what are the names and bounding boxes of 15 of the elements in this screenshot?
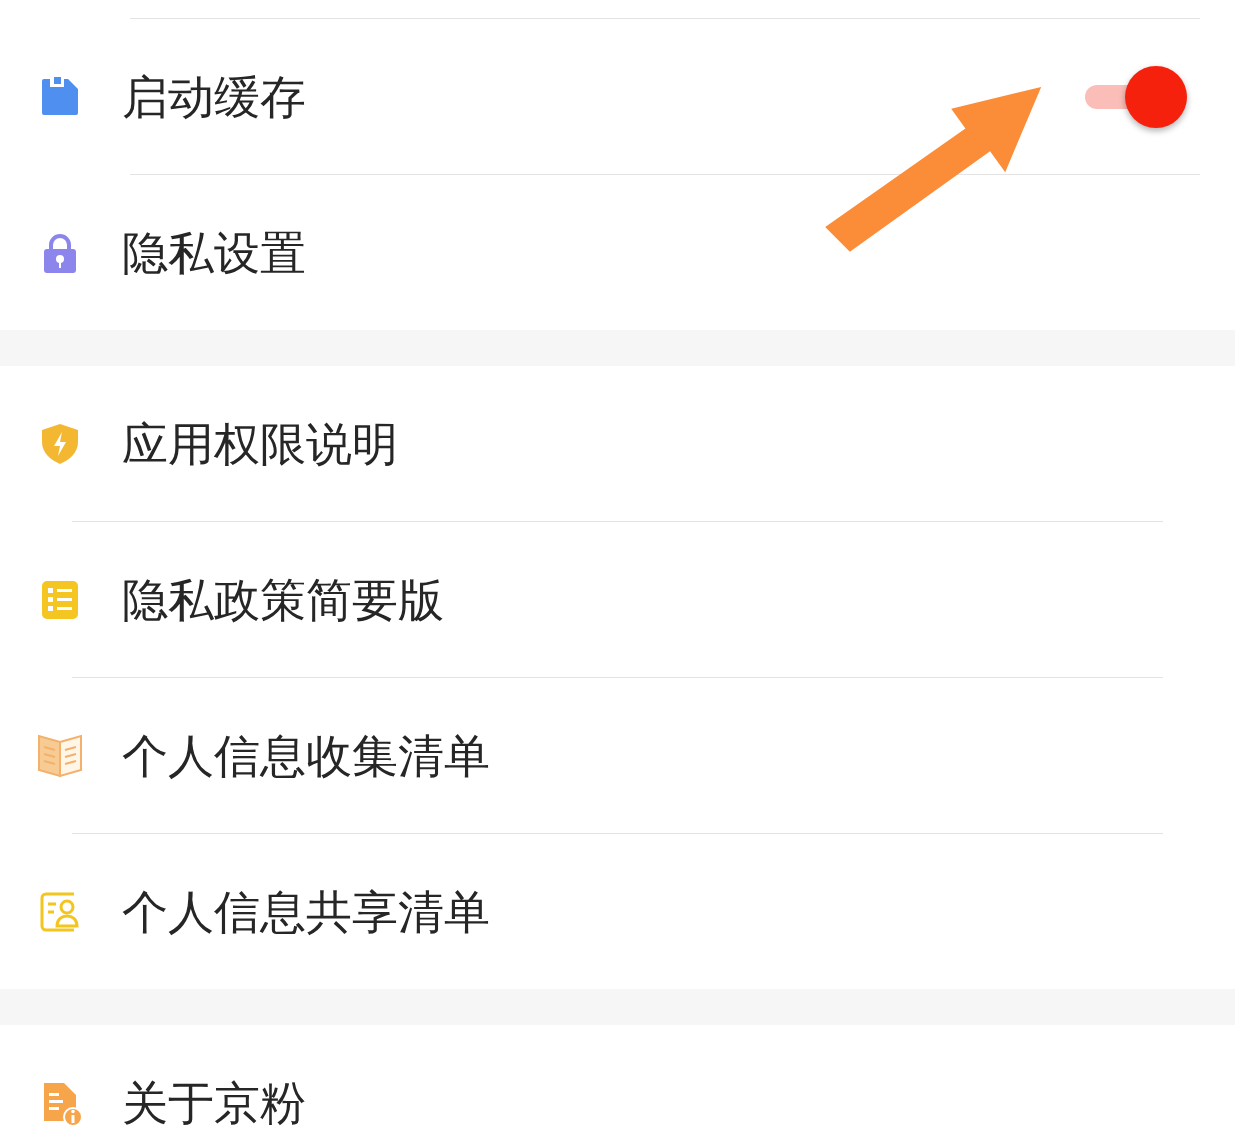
- settings-row[interactable]: 个人信息共享清单: [0, 834, 1235, 989]
- row-label: 启动缓存: [122, 73, 306, 120]
- settings-row[interactable]: 隐私政策简要版: [0, 522, 1235, 677]
- row-label: 应用权限说明: [122, 420, 398, 467]
- settings-row[interactable]: 应用权限说明: [0, 366, 1235, 521]
- row-label: 隐私设置: [122, 229, 306, 276]
- settings-row[interactable]: 个人信息收集清单: [0, 678, 1235, 833]
- settings-row[interactable]: 关于京粉: [0, 1025, 1235, 1130]
- toggle-switch[interactable]: [1085, 66, 1187, 128]
- settings-row[interactable]: 启动缓存: [0, 19, 1235, 174]
- settings-row[interactable]: 隐私设置: [0, 175, 1235, 330]
- row-label: 个人信息共享清单: [122, 888, 490, 935]
- row-label: 隐私政策简要版: [122, 576, 444, 623]
- row-label: 个人信息收集清单: [122, 732, 490, 779]
- row-label: 关于京粉: [122, 1079, 306, 1126]
